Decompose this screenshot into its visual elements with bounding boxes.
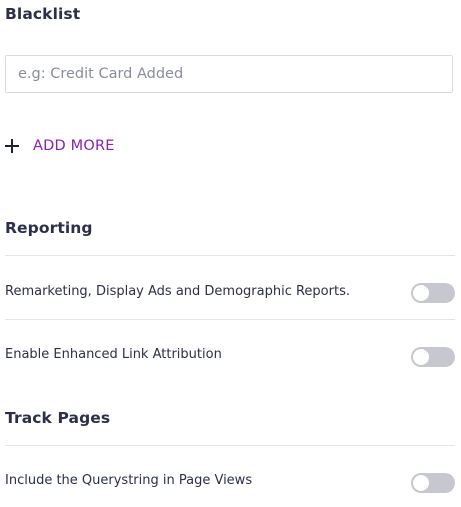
add-more-button[interactable]: ADD MORE [5,134,115,158]
remarketing-toggle[interactable] [411,283,455,303]
add-more-label: ADD MORE [33,138,115,154]
toggle-knob [413,475,429,491]
reporting-heading: Reporting [5,219,93,237]
link-attribution-toggle[interactable] [411,347,455,367]
querystring-toggle[interactable] [411,473,455,493]
divider [5,255,455,256]
toggle-knob [413,285,429,301]
divider [5,319,455,320]
settings-panel: Blacklist ADD MORE Reporting Remarketing… [0,0,461,507]
link-attribution-label: Enable Enhanced Link Attribution [5,347,222,362]
divider [5,445,455,446]
remarketing-label: Remarketing, Display Ads and Demographic… [5,284,350,299]
blacklist-input[interactable] [5,55,453,93]
track-pages-heading: Track Pages [5,409,111,427]
blacklist-heading: Blacklist [5,5,81,23]
toggle-knob [413,349,429,365]
querystring-label: Include the Querystring in Page Views [5,473,253,488]
plus-icon [5,139,19,153]
